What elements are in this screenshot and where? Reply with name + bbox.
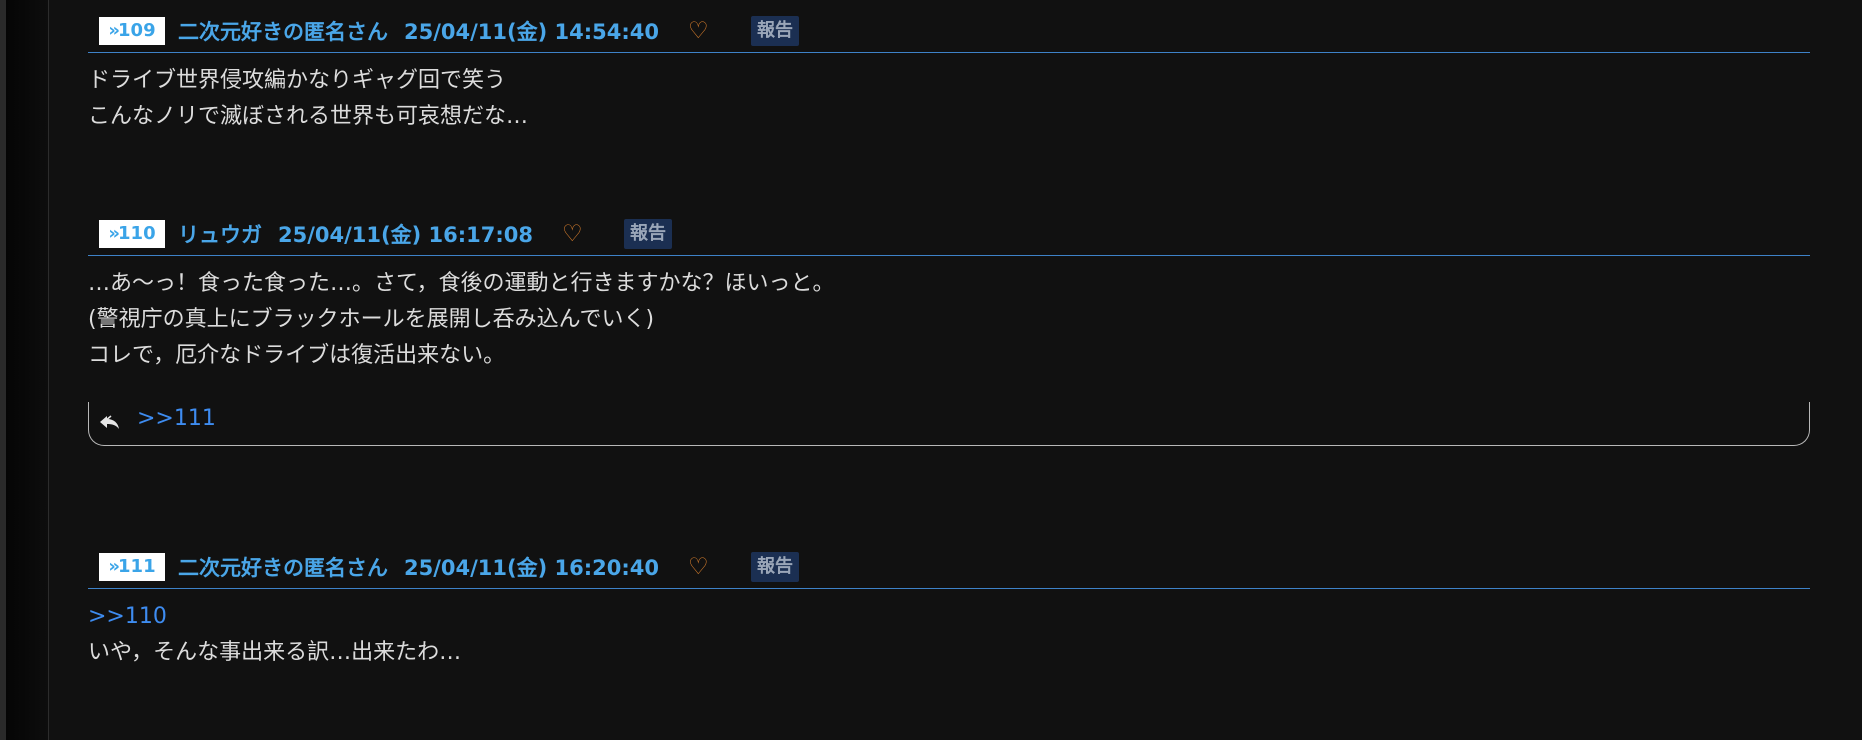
post-header: »110 リュウガ 25/04/11(金) 16:17:08 ♡ 報告 — [88, 213, 1810, 256]
heart-outline-icon[interactable]: ♡ — [688, 554, 709, 580]
post-date: 25/04/11(金) 16:20:40 — [404, 556, 659, 580]
post-109: »109 二次元好きの匿名さん 25/04/11(金) 14:54:40 ♡ 報… — [88, 10, 1810, 135]
post-header: »109 二次元好きの匿名さん 25/04/11(金) 14:54:40 ♡ 報… — [88, 10, 1810, 53]
poster-name[interactable]: 二次元好きの匿名さん — [178, 16, 388, 46]
double-chevron-icon: » — [108, 556, 120, 577]
post-line: コレで，厄介なドライブは復活出来ない。 — [88, 343, 506, 368]
post-body: ドライブ世界侵攻編かなりギャグ回で笑う こんなノリで滅ぼされる世界も可哀想だな… — [88, 53, 1810, 135]
replies-bar: >>111 — [88, 402, 1810, 446]
post-110: »110 リュウガ 25/04/11(金) 16:17:08 ♡ 報告 …あ〜っ… — [88, 213, 1810, 446]
post-number-badge[interactable]: »111 — [99, 553, 165, 581]
post-line: いや，そんな事出来る訳…出来たわ… — [88, 640, 462, 665]
post-number: 111 — [118, 556, 156, 577]
double-chevron-icon: » — [108, 20, 120, 41]
post-number-badge[interactable]: »110 — [99, 220, 165, 248]
post-line: こんなノリで滅ぼされる世界も可哀想だな… — [88, 104, 529, 129]
poster-name[interactable]: 二次元好きの匿名さん — [178, 552, 388, 582]
report-button[interactable]: 報告 — [624, 219, 672, 249]
heart-outline-icon[interactable]: ♡ — [688, 18, 709, 44]
report-button[interactable]: 報告 — [751, 16, 799, 46]
reply-link[interactable]: >>111 — [137, 404, 216, 434]
post-111: »111 二次元好きの匿名さん 25/04/11(金) 16:20:40 ♡ 報… — [88, 546, 1810, 671]
post-body: >>110 いや，そんな事出来る訳…出来たわ… — [88, 589, 1810, 671]
post-number-badge[interactable]: »109 — [99, 17, 165, 45]
reply-arrow-icon — [100, 415, 119, 429]
post-body: …あ〜っ！食った食った…。さて，食後の運動と行きますかな？ほいっと。 (警視庁の… — [88, 256, 1810, 374]
post-line: (警視庁の真上にブラックホールを展開し呑み込んでいく) — [88, 307, 655, 332]
post-line: ドライブ世界侵攻編かなりギャグ回で笑う — [88, 68, 507, 93]
post-number: 109 — [118, 20, 156, 41]
report-button[interactable]: 報告 — [751, 552, 799, 582]
left-gutter — [6, 0, 48, 740]
anchor-link[interactable]: >>110 — [88, 599, 1810, 635]
post-date: 25/04/11(金) 16:17:08 — [278, 223, 533, 247]
poster-name[interactable]: リュウガ — [178, 219, 262, 249]
post-number: 110 — [118, 223, 156, 244]
heart-outline-icon[interactable]: ♡ — [562, 221, 583, 247]
gutter-divider — [48, 0, 49, 740]
post-header: »111 二次元好きの匿名さん 25/04/11(金) 16:20:40 ♡ 報… — [88, 546, 1810, 589]
post-date: 25/04/11(金) 14:54:40 — [404, 20, 659, 44]
post-line: …あ〜っ！食った食った…。さて，食後の運動と行きますかな？ほいっと。 — [88, 271, 835, 296]
double-chevron-icon: » — [108, 223, 120, 244]
